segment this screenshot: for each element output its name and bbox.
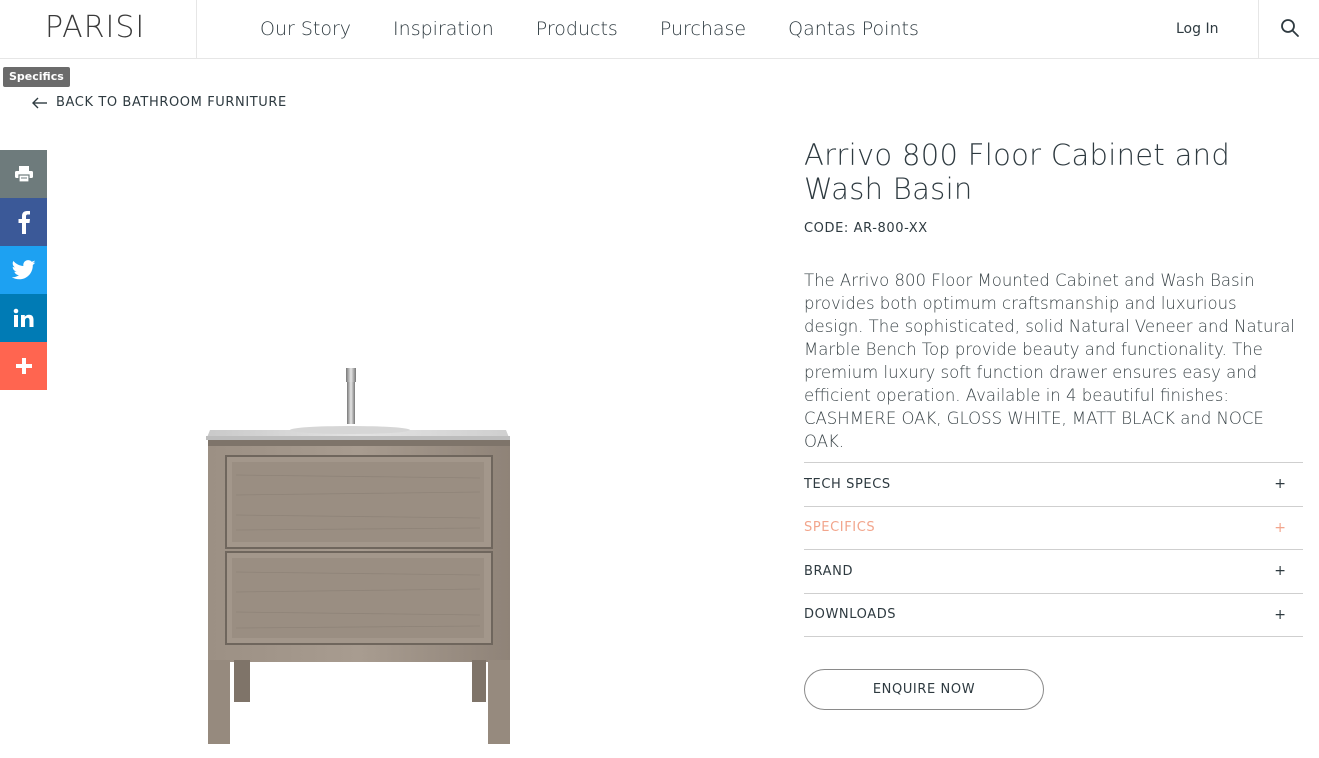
- search-button[interactable]: [1258, 0, 1319, 58]
- twitter-share-button[interactable]: [0, 246, 47, 294]
- login-link[interactable]: Log In: [1176, 0, 1218, 58]
- enquire-now-button[interactable]: ENQUIRE NOW: [804, 669, 1044, 710]
- back-link-label: BACK TO BATHROOM FURNITURE: [56, 95, 287, 110]
- plus-icon: [15, 358, 32, 374]
- product-image: [200, 360, 520, 750]
- facebook-share-button[interactable]: [0, 198, 47, 246]
- print-icon: [14, 166, 33, 183]
- accordion-tech-specs[interactable]: TECH SPECS +: [804, 463, 1303, 507]
- cabinet-illustration: [206, 368, 510, 744]
- nav-qantas-points[interactable]: Qantas Points: [788, 0, 919, 58]
- accordion-specifics[interactable]: SPECIFICS +: [804, 507, 1303, 550]
- plus-icon: +: [1274, 563, 1286, 580]
- nav-our-story[interactable]: Our Story: [260, 0, 351, 58]
- nav-products[interactable]: Products: [536, 0, 618, 58]
- specifics-tooltip: Specifics: [3, 67, 70, 87]
- plus-icon: +: [1274, 476, 1286, 493]
- product-code: CODE: AR-800-XX: [804, 221, 928, 236]
- print-button[interactable]: [0, 150, 47, 198]
- accordion-label: SPECIFICS: [804, 520, 876, 536]
- share-bar: [0, 150, 47, 390]
- accordion-brand[interactable]: BRAND +: [804, 550, 1303, 594]
- accordion-downloads[interactable]: DOWNLOADS +: [804, 594, 1303, 637]
- product-description: The Arrivo 800 Floor Mounted Cabinet and…: [804, 271, 1295, 451]
- product-title: Arrivo 800 Floor Cabinet and Wash Basin: [804, 138, 1231, 206]
- facebook-icon: [18, 211, 30, 234]
- back-link[interactable]: BACK TO BATHROOM FURNITURE: [32, 95, 287, 110]
- accordion-label: DOWNLOADS: [804, 607, 897, 623]
- accordion-label: BRAND: [804, 563, 854, 579]
- main-nav: Our Story Inspiration Products Purchase …: [260, 0, 961, 58]
- site-header: PARISI Our Story Inspiration Products Pu…: [0, 0, 1319, 59]
- plus-icon: +: [1274, 519, 1286, 536]
- twitter-icon: [11, 260, 35, 280]
- accordion-label: TECH SPECS: [804, 476, 891, 492]
- plus-icon: +: [1274, 606, 1286, 623]
- product-accordion: TECH SPECS + SPECIFICS + BRAND + DOWNLOA…: [804, 462, 1303, 637]
- nav-purchase[interactable]: Purchase: [660, 0, 746, 58]
- search-icon: [1281, 19, 1299, 37]
- linkedin-share-button[interactable]: [0, 294, 47, 342]
- nav-inspiration[interactable]: Inspiration: [393, 0, 494, 58]
- linkedin-icon: [13, 308, 33, 327]
- more-share-button[interactable]: [0, 342, 47, 390]
- logo[interactable]: PARISI: [0, 0, 197, 58]
- arrow-left-icon: [32, 97, 47, 108]
